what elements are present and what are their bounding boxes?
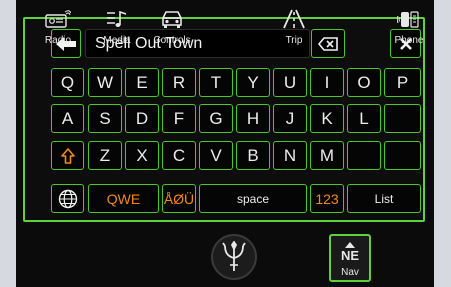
key-z[interactable]: Z (88, 141, 122, 170)
nav-trip[interactable]: Trip (269, 0, 319, 52)
key-blank[interactable] (347, 141, 381, 170)
nav-controls-label: Controls (153, 35, 191, 46)
shift-icon (60, 147, 75, 164)
key-f[interactable]: F (162, 104, 196, 133)
shift-button[interactable] (51, 141, 84, 170)
language-button[interactable] (51, 184, 84, 213)
key-h[interactable]: H (236, 104, 270, 133)
key-blank[interactable] (384, 141, 421, 170)
key-c[interactable]: C (162, 141, 196, 170)
nav-media-label: Media (103, 35, 131, 46)
phone-icon (397, 11, 419, 28)
globe-icon (58, 189, 77, 208)
key-n[interactable]: N (273, 141, 307, 170)
key-k[interactable]: K (310, 104, 344, 133)
key-d[interactable]: D (125, 104, 159, 133)
media-icon (107, 10, 127, 27)
key-l[interactable]: L (347, 104, 381, 133)
key-x[interactable]: X (125, 141, 159, 170)
key-g[interactable]: G (199, 104, 233, 133)
car-icon (162, 11, 182, 28)
key-t[interactable]: T (199, 68, 233, 97)
key-a[interactable]: A (51, 104, 84, 133)
nav-nav-label: Nav (341, 267, 359, 278)
radio-icon (45, 10, 71, 28)
home-button[interactable] (211, 234, 257, 280)
space-button[interactable]: space (199, 184, 307, 213)
key-v[interactable]: V (199, 141, 233, 170)
compass-direction: NE (340, 248, 360, 263)
key-p[interactable]: P (384, 68, 421, 97)
list-button[interactable]: List (347, 184, 421, 213)
key-o[interactable]: O (347, 68, 381, 97)
key-r[interactable]: R (162, 68, 196, 97)
nav-radio-label: Radio (44, 35, 72, 46)
key-j[interactable]: J (273, 104, 307, 133)
key-u[interactable]: U (273, 68, 307, 97)
nav-phone-label: Phone (394, 35, 424, 46)
key-q[interactable]: Q (51, 68, 84, 97)
key-e[interactable]: E (125, 68, 159, 97)
numbers-button[interactable]: 123 (310, 184, 344, 213)
backspace-icon (318, 36, 338, 51)
key-m[interactable]: M (310, 141, 344, 170)
key-blank[interactable] (384, 104, 421, 133)
trident-logo-icon (222, 241, 246, 271)
road-icon (283, 9, 305, 29)
key-y[interactable]: Y (236, 68, 270, 97)
nav-media[interactable]: Media (92, 0, 142, 52)
key-b[interactable]: B (236, 141, 270, 170)
special-chars-button[interactable]: ÅØÜ (162, 184, 196, 213)
nav-nav[interactable]: NE Nav (329, 234, 371, 282)
nav-trip-label: Trip (285, 35, 303, 46)
key-i[interactable]: I (310, 68, 344, 97)
key-w[interactable]: W (88, 68, 122, 97)
nav-controls[interactable]: Controls (147, 0, 197, 52)
nav-radio[interactable]: Radio (33, 0, 83, 52)
key-s[interactable]: S (88, 104, 122, 133)
nav-phone[interactable]: Phone (384, 0, 434, 52)
qwe-layout-button[interactable]: QWE (88, 184, 159, 213)
